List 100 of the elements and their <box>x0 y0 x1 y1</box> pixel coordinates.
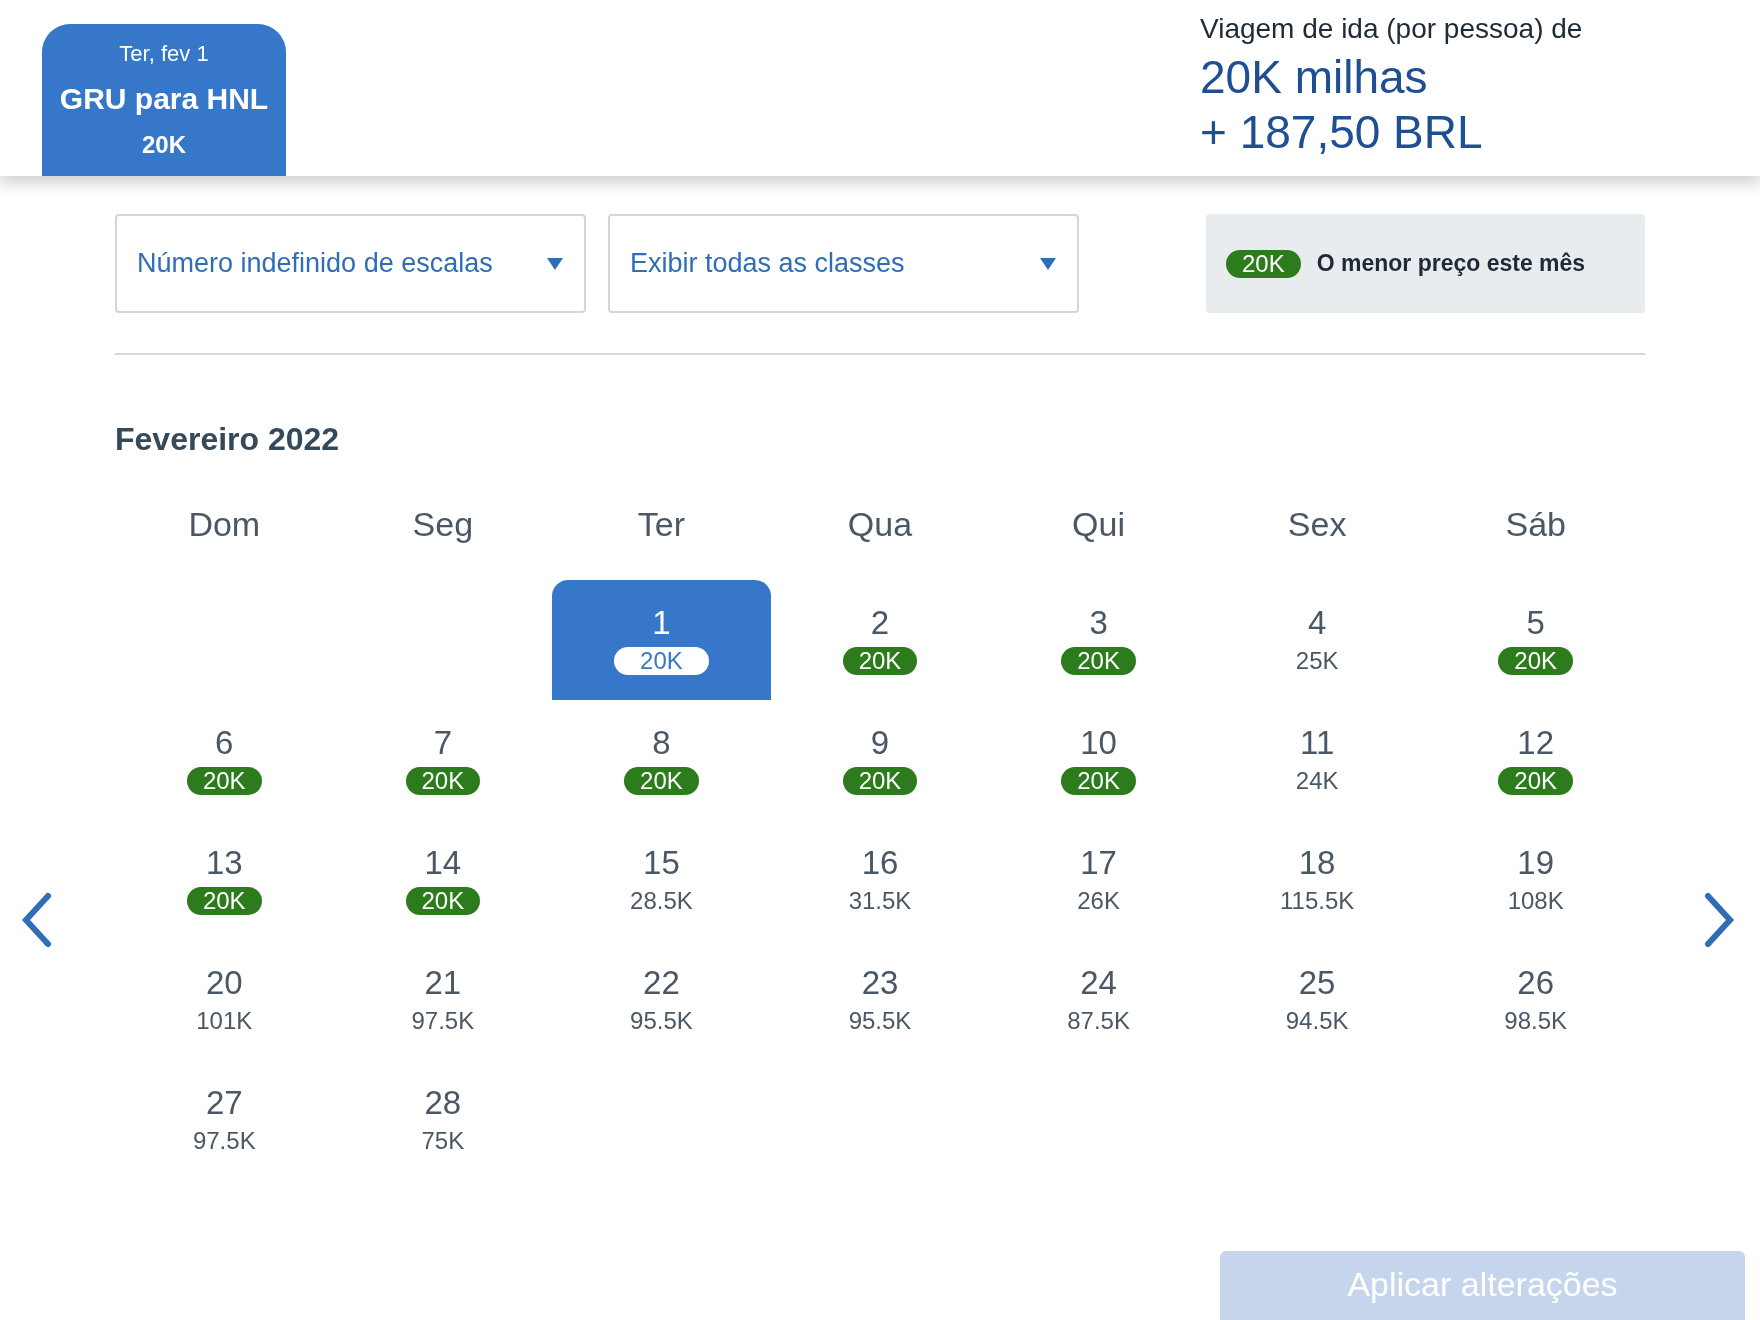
calendar-day[interactable]: 5 20K <box>1426 580 1645 700</box>
day-number: 4 <box>1307 605 1327 639</box>
calendar-day[interactable]: 17 26K <box>989 820 1208 940</box>
calendar-day[interactable]: 21 97.5K <box>333 940 553 1060</box>
price-text: 97.5K <box>411 1006 475 1035</box>
price-text: 97.5K <box>192 1126 256 1155</box>
calendar-day[interactable]: 27 97.5K <box>115 1060 334 1180</box>
calendar-day[interactable]: 24 87.5K <box>989 940 1208 1060</box>
price-text: 25K <box>1295 646 1339 675</box>
day-number: 28 <box>424 1085 462 1119</box>
day-number: 13 <box>205 845 243 879</box>
weekday-label: Ter <box>636 504 687 545</box>
day-number: 14 <box>424 845 462 879</box>
price-badge: 20K <box>405 886 481 915</box>
price-badge: 20K <box>1498 646 1574 675</box>
weekday-label: Qui <box>1071 504 1126 545</box>
calendar-day[interactable]: 4 25K <box>1207 580 1427 700</box>
price-badge: 20K <box>186 766 262 795</box>
day-number: 9 <box>870 725 890 759</box>
day-number: 19 <box>1517 845 1555 879</box>
dropdown-caret-icon <box>546 256 564 271</box>
day-number: 18 <box>1298 845 1336 879</box>
price-text: 75K <box>421 1126 465 1155</box>
legend-text: O menor preço este mês <box>1316 249 1586 279</box>
weekday-label: Dom <box>187 504 262 545</box>
next-month-icon[interactable] <box>1702 892 1736 948</box>
month-title: Fevereiro 2022 <box>115 420 341 459</box>
calendar-day[interactable]: 23 95.5K <box>770 940 990 1060</box>
price-text: 98.5K <box>1504 1006 1568 1035</box>
calendar-day[interactable]: 11 24K <box>1207 700 1427 820</box>
calendar-day[interactable]: 8 20K <box>552 700 771 820</box>
price-text: 24K <box>1295 766 1339 795</box>
price-text: 101K <box>196 1006 253 1035</box>
trip-date: Ter, fev 1 <box>119 40 209 68</box>
calendar-day[interactable]: 10 20K <box>989 700 1208 820</box>
price-text: 115.5K <box>1280 886 1355 915</box>
calendar-day[interactable]: 1 20K <box>552 580 771 700</box>
price-badge: 20K <box>1061 646 1136 675</box>
day-number: 25 <box>1298 965 1336 999</box>
price-text: 108K <box>1507 886 1564 915</box>
previous-month-icon[interactable] <box>20 892 54 948</box>
price-text: 31.5K <box>848 886 912 915</box>
price-badge: 20K <box>1061 766 1136 795</box>
day-number: 27 <box>205 1085 243 1119</box>
calendar-day[interactable]: 19 108K <box>1426 820 1645 940</box>
day-number: 5 <box>1526 605 1545 639</box>
dropdown-caret-icon <box>1039 256 1057 271</box>
calendar-day[interactable]: 12 20K <box>1426 700 1645 820</box>
price-badge: 20K <box>1226 249 1301 278</box>
price-text: 28.5K <box>630 886 693 915</box>
price-badge: 20K <box>405 766 481 795</box>
day-number: 3 <box>1089 605 1108 639</box>
calendar-day[interactable]: 16 31.5K <box>770 820 990 940</box>
weekday-label: Sáb <box>1504 504 1567 545</box>
price-badge: 20K <box>624 766 699 795</box>
price-text: 87.5K <box>1067 1006 1130 1035</box>
day-number: 8 <box>652 725 671 759</box>
price-badge: 20K <box>186 886 262 915</box>
calendar-day[interactable]: 18 115.5K <box>1207 820 1427 940</box>
weekday-label: Qua <box>846 504 914 545</box>
trip-tab[interactable]: Ter, fev 1 GRU para HNL 20K <box>42 24 286 176</box>
fare-label: Viagem de ida (por pessoa) de <box>1200 12 1583 46</box>
calendar-day[interactable]: 13 20K <box>115 820 334 940</box>
calendar-day[interactable]: 6 20K <box>115 700 334 820</box>
calendar-day[interactable]: 2 20K <box>770 580 990 700</box>
calendar-day[interactable]: 3 20K <box>989 580 1208 700</box>
calendar-day[interactable]: 7 20K <box>333 700 553 820</box>
calendar-day[interactable]: 9 20K <box>770 700 990 820</box>
day-number: 16 <box>861 845 899 879</box>
day-number: 22 <box>643 965 680 999</box>
calendar-day[interactable]: 20 101K <box>115 940 334 1060</box>
price-text: 95.5K <box>848 1006 912 1035</box>
day-number: 24 <box>1080 965 1117 999</box>
price-badge: 20K <box>842 646 918 675</box>
day-number: 23 <box>861 965 899 999</box>
calendar-day[interactable]: 28 75K <box>333 1060 553 1180</box>
day-number: 6 <box>215 725 234 759</box>
price-badge: 20K <box>614 646 709 675</box>
trip-price: 20K <box>142 130 186 160</box>
day-number: 21 <box>424 965 462 999</box>
calendar-day[interactable]: 15 28.5K <box>552 820 771 940</box>
day-number: 20 <box>205 965 243 999</box>
calendar-day[interactable]: 14 20K <box>333 820 553 940</box>
day-number: 2 <box>870 605 890 639</box>
calendar-day[interactable]: 22 95.5K <box>552 940 771 1060</box>
filter-dropdown[interactable]: Exibir todas as classes <box>608 214 1079 313</box>
day-number: 11 <box>1300 725 1335 759</box>
weekday-label: Sex <box>1286 504 1348 545</box>
trip-route: GRU para HNL <box>59 81 269 117</box>
weekday-label: Seg <box>411 504 475 545</box>
calendar-day[interactable]: 25 94.5K <box>1207 940 1427 1060</box>
day-number: 10 <box>1080 725 1117 759</box>
day-number: 7 <box>433 725 453 759</box>
calendar-day[interactable]: 26 98.5K <box>1426 940 1645 1060</box>
day-number: 26 <box>1517 965 1555 999</box>
filter-dropdown[interactable]: Número indefinido de escalas <box>115 214 586 313</box>
price-badge: 20K <box>1498 766 1574 795</box>
price-text: 26K <box>1077 886 1120 915</box>
day-number: 1 <box>652 605 671 639</box>
miles-amount: 20K milhas <box>1200 50 1428 105</box>
